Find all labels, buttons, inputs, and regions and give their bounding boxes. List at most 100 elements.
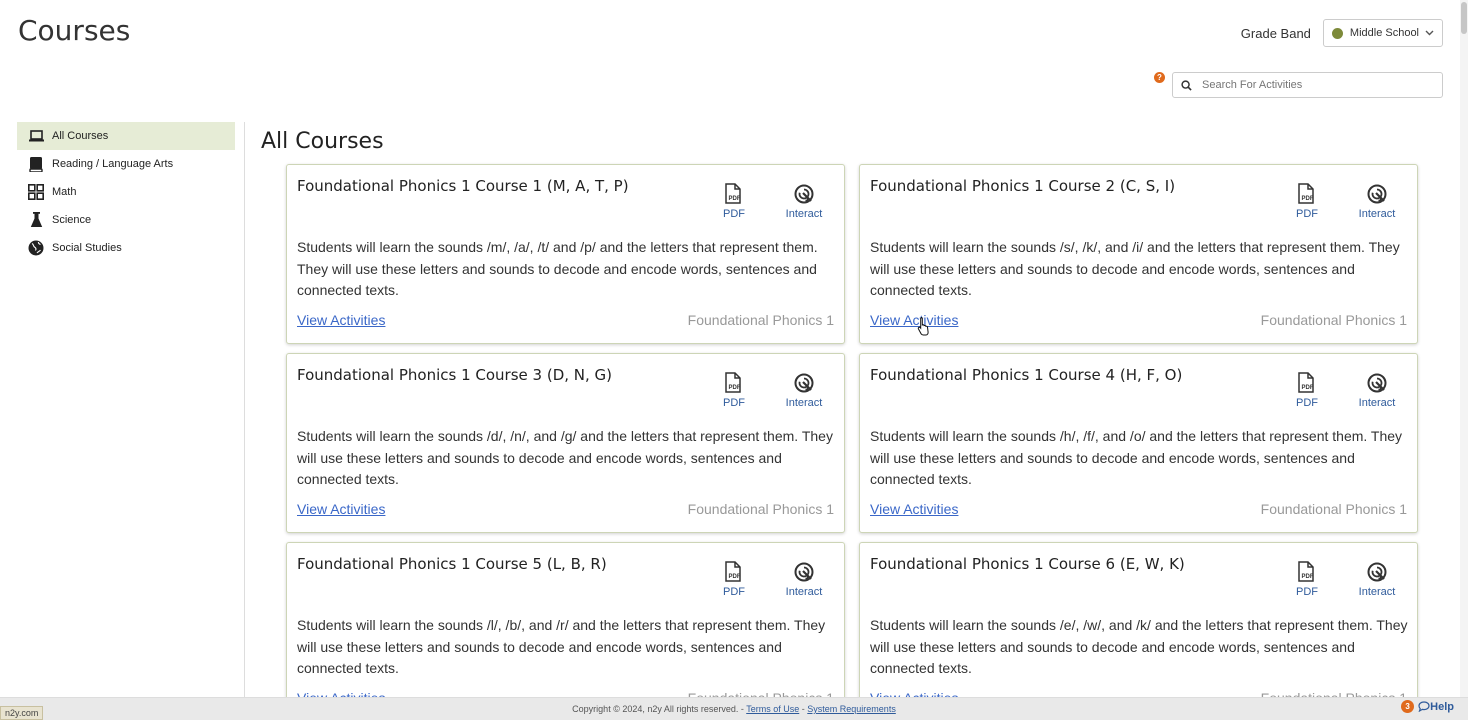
system-requirements-link[interactable]: System Requirements [807, 704, 896, 714]
help-label: Help [1430, 700, 1454, 713]
help-count-badge: 3 [1401, 700, 1415, 713]
interact-icon [1352, 561, 1402, 583]
help-tooltip-icon[interactable]: ? [1154, 72, 1165, 83]
sidebar-item-social-studies[interactable]: Social Studies [17, 234, 235, 262]
pdf-icon: PDF [709, 372, 759, 394]
interact-label: Interact [1358, 397, 1396, 409]
footer: Copyright © 2024, n2y All rights reserve… [0, 697, 1468, 720]
section-title: All Courses [261, 129, 384, 154]
pdf-button[interactable]: PDF PDF [709, 561, 759, 598]
footer-separator: - [801, 704, 805, 714]
sidebar-divider [244, 122, 245, 702]
course-title: Foundational Phonics 1 Course 2 (C, S, I… [870, 177, 1176, 195]
sidebar: All Courses Reading / Language Arts Math… [17, 122, 235, 262]
interact-icon [779, 561, 829, 583]
view-activities-link[interactable]: View Activities [870, 501, 958, 517]
interact-button[interactable]: Interact [1352, 183, 1402, 220]
book-icon [27, 156, 45, 172]
terms-of-use-link[interactable]: Terms of Use [746, 704, 799, 714]
interact-icon [1352, 372, 1402, 394]
help-button[interactable]: 3 Help [1401, 700, 1454, 713]
pdf-button[interactable]: PDF PDF [1282, 183, 1332, 220]
grade-band-value: Middle School [1349, 27, 1419, 39]
interact-icon [779, 372, 829, 394]
search-box[interactable] [1172, 72, 1443, 98]
interact-label: Interact [1358, 208, 1396, 220]
interact-button[interactable]: Interact [1352, 561, 1402, 598]
course-description: Students will learn the sounds /e/, /w/,… [870, 617, 1408, 676]
pdf-button[interactable]: PDF PDF [709, 183, 759, 220]
page-scrollbar[interactable] [1460, 0, 1468, 697]
course-card: Foundational Phonics 1 Course 5 (L, B, R… [286, 542, 845, 720]
interact-label: Interact [785, 586, 823, 598]
pdf-label: PDF [1296, 586, 1318, 598]
sidebar-item-label: Science [52, 214, 92, 226]
sidebar-item-science[interactable]: Science [17, 206, 235, 234]
grade-band-label: Grade Band [1240, 25, 1311, 41]
pdf-button[interactable]: PDF PDF [1282, 561, 1332, 598]
svg-text:PDF: PDF [729, 196, 741, 202]
interact-button[interactable]: Interact [779, 372, 829, 409]
search-input[interactable] [1202, 79, 1432, 91]
scrollbar-thumb[interactable] [1461, 2, 1467, 34]
course-description: Students will learn the sounds /m/, /a/,… [297, 239, 818, 298]
pdf-icon: PDF [1282, 183, 1332, 205]
sidebar-item-all-courses[interactable]: All Courses [17, 122, 235, 150]
pdf-label: PDF [723, 397, 745, 409]
mouse-cursor-icon [917, 316, 931, 341]
page-title: Courses [18, 14, 131, 47]
svg-text:PDF: PDF [1302, 385, 1314, 391]
interact-icon [1352, 183, 1402, 205]
sidebar-item-label: Social Studies [52, 242, 122, 254]
pdf-button[interactable]: PDF PDF [709, 372, 759, 409]
course-description: Students will learn the sounds /s/, /k/,… [870, 239, 1400, 298]
course-title: Foundational Phonics 1 Course 5 (L, B, R… [297, 555, 607, 573]
course-card: Foundational Phonics 1 Course 2 (C, S, I… [859, 164, 1418, 344]
course-title: Foundational Phonics 1 Course 3 (D, N, G… [297, 366, 613, 384]
view-activities-link[interactable]: View Activities [870, 312, 958, 328]
laptop-icon [27, 128, 45, 144]
sidebar-item-reading-language-arts[interactable]: Reading / Language Arts [17, 150, 235, 178]
status-url: n2y.com [0, 706, 44, 720]
view-activities-link[interactable]: View Activities [297, 501, 385, 517]
pdf-icon: PDF [1282, 372, 1332, 394]
course-tag: Foundational Phonics 1 [687, 501, 834, 517]
grade-band-control: Grade Band Middle School [1241, 19, 1443, 47]
interact-icon [779, 183, 829, 205]
pdf-icon: PDF [1282, 561, 1332, 583]
grade-band-select[interactable]: Middle School [1322, 19, 1443, 47]
course-title: Foundational Phonics 1 Course 1 (M, A, T… [297, 177, 629, 195]
flask-icon [27, 212, 45, 228]
interact-button[interactable]: Interact [1352, 372, 1402, 409]
svg-text:PDF: PDF [729, 574, 741, 580]
chevron-down-icon [1425, 28, 1434, 39]
view-activities-link[interactable]: View Activities [297, 312, 385, 328]
pdf-label: PDF [723, 586, 745, 598]
pdf-label: PDF [723, 208, 745, 220]
course-tag: Foundational Phonics 1 [1260, 312, 1407, 328]
svg-text:PDF: PDF [1302, 196, 1314, 202]
interact-label: Interact [1358, 586, 1396, 598]
copyright-text: Copyright © 2024, n2y All rights reserve… [572, 704, 744, 714]
course-tag: Foundational Phonics 1 [687, 312, 834, 328]
course-title: Foundational Phonics 1 Course 4 (H, F, O… [870, 366, 1183, 384]
pdf-label: PDF [1296, 397, 1318, 409]
calculator-icon [27, 184, 45, 200]
svg-text:PDF: PDF [1302, 574, 1314, 580]
pdf-label: PDF [1296, 208, 1318, 220]
interact-label: Interact [785, 397, 823, 409]
grade-band-dot-icon [1331, 27, 1343, 39]
pdf-button[interactable]: PDF PDF [1282, 372, 1332, 409]
globe-icon [27, 240, 45, 256]
sidebar-item-label: Math [52, 186, 77, 198]
search-icon [1181, 79, 1192, 91]
sidebar-item-label: All Courses [52, 130, 109, 142]
sidebar-item-label: Reading / Language Arts [52, 158, 174, 170]
sidebar-item-math[interactable]: Math [17, 178, 235, 206]
interact-button[interactable]: Interact [779, 561, 829, 598]
course-tag: Foundational Phonics 1 [1260, 501, 1407, 517]
course-description: Students will learn the sounds /h/, /f/,… [870, 428, 1403, 487]
pdf-icon: PDF [709, 183, 759, 205]
interact-button[interactable]: Interact [779, 183, 829, 220]
course-title: Foundational Phonics 1 Course 6 (E, W, K… [870, 555, 1185, 573]
